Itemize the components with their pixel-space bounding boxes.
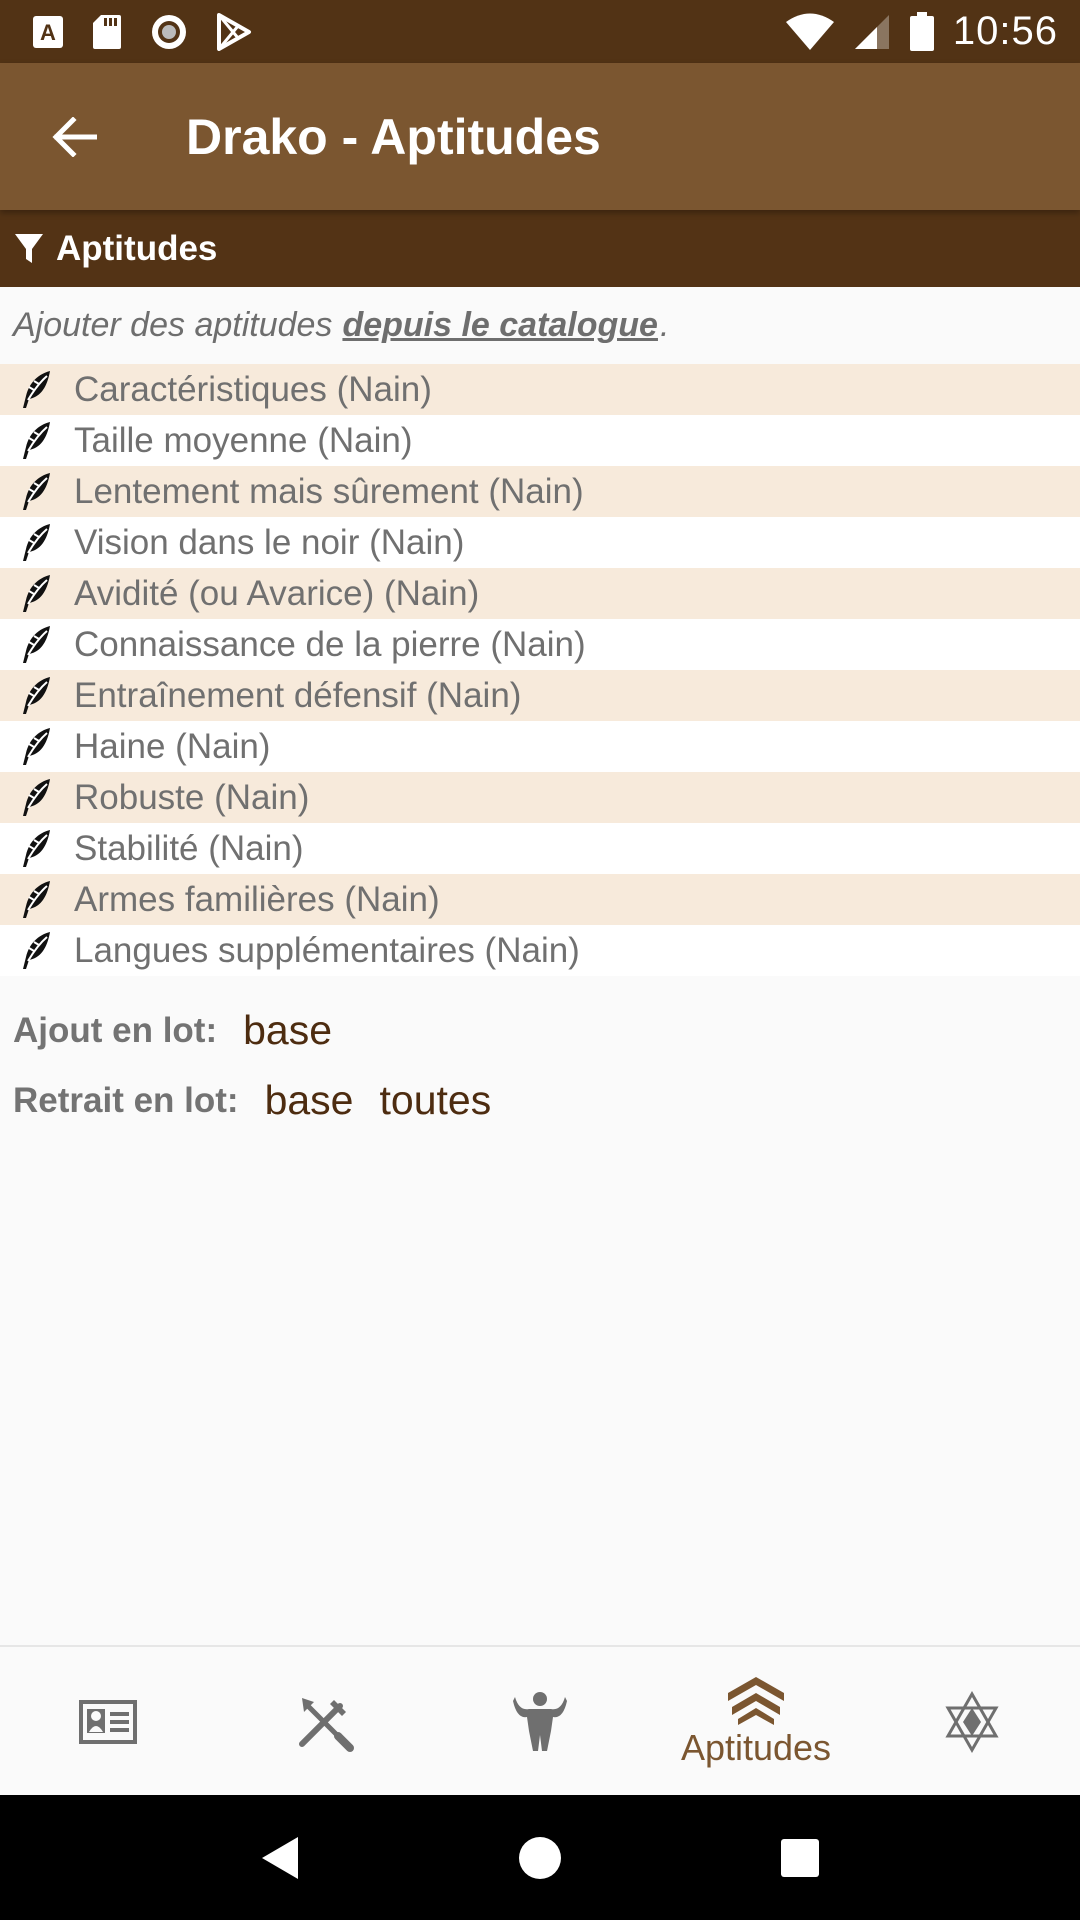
list-item[interactable]: Haine (Nain) — [0, 721, 1080, 772]
cell-signal-icon — [853, 13, 891, 51]
star-of-david-icon — [945, 1691, 999, 1753]
section-title: Aptitudes — [56, 228, 218, 268]
quill-icon — [20, 421, 52, 461]
quill-icon — [20, 676, 52, 716]
list-item-label: Haine (Nain) — [74, 726, 271, 766]
bottom-navigation: Aptitudes — [0, 1645, 1080, 1797]
quill-icon — [20, 727, 52, 767]
record-icon — [150, 13, 188, 51]
circle-home-icon — [519, 1836, 561, 1879]
catalogue-prefix: Ajouter des aptitudes — [13, 305, 333, 344]
list-item-label: Connaissance de la pierre (Nain) — [74, 624, 586, 664]
list-item[interactable]: Caractéristiques (Nain) — [0, 364, 1080, 415]
square-recents-icon — [781, 1838, 819, 1877]
batch-remove-row: Retrait en lot: base toutes — [13, 1077, 491, 1124]
strongman-icon — [513, 1692, 567, 1751]
play-store-icon — [216, 12, 252, 51]
list-item-label: Vision dans le noir (Nain) — [74, 522, 465, 562]
list-item[interactable]: Avidité (ou Avarice) (Nain) — [0, 568, 1080, 619]
batch-add-label: Ajout en lot: — [13, 1010, 218, 1050]
abilities-list: Caractéristiques (Nain) Taille moyenne (… — [0, 364, 1080, 976]
nav-item-identity[interactable] — [0, 1647, 216, 1797]
nav-item-characteristics[interactable] — [432, 1647, 648, 1797]
crossed-tools-icon — [299, 1698, 354, 1752]
catalogue-line: Ajouter des aptitudes depuis le catalogu… — [0, 287, 1080, 363]
system-recents-button[interactable] — [760, 1818, 840, 1898]
list-item[interactable]: Lentement mais sûrement (Nain) — [0, 466, 1080, 517]
font-a-icon: A — [32, 15, 64, 49]
triangle-back-icon — [262, 1836, 298, 1879]
section-header-aptitudes[interactable]: Aptitudes — [0, 210, 1080, 287]
quill-icon — [20, 523, 52, 563]
quill-icon — [20, 778, 52, 818]
chevrons-up-icon — [728, 1677, 784, 1725]
batch-remove-base-link[interactable]: base — [265, 1077, 354, 1124]
id-card-icon — [79, 1700, 137, 1744]
page-title: Drako - Aptitudes — [186, 108, 601, 165]
list-item-label: Stabilité (Nain) — [74, 828, 304, 868]
status-left-icons: A — [32, 12, 252, 51]
list-item-label: Lentement mais sûrement (Nain) — [74, 471, 584, 511]
catalogue-link[interactable]: depuis le catalogue — [342, 306, 658, 345]
app-bar: Drako - Aptitudes — [0, 63, 1080, 210]
list-item-label: Langues supplémentaires (Nain) — [74, 930, 580, 970]
list-item-label: Entraînement défensif (Nain) — [74, 675, 522, 715]
catalogue-suffix: . — [659, 305, 670, 344]
list-item[interactable]: Langues supplémentaires (Nain) — [0, 925, 1080, 976]
status-right-icons: 10:56 — [785, 9, 1058, 54]
list-item[interactable]: Stabilité (Nain) — [0, 823, 1080, 874]
list-item[interactable]: Taille moyenne (Nain) — [0, 415, 1080, 466]
status-time: 10:56 — [952, 9, 1058, 53]
sd-card-icon — [92, 14, 122, 50]
list-item-label: Armes familières (Nain) — [74, 879, 440, 919]
list-item-label: Caractéristiques (Nain) — [74, 369, 432, 409]
batch-add-row: Ajout en lot: base — [13, 1007, 332, 1054]
svg-text:A: A — [40, 20, 56, 45]
batch-remove-all-link[interactable]: toutes — [380, 1077, 492, 1124]
battery-icon — [909, 11, 935, 52]
arrow-back-icon — [52, 116, 97, 157]
list-item-label: Taille moyenne (Nain) — [74, 420, 413, 460]
system-back-button[interactable] — [240, 1818, 320, 1898]
status-bar: A 10:56 — [0, 0, 1080, 63]
filter-icon — [15, 233, 43, 263]
quill-icon — [20, 370, 52, 410]
system-nav-bar — [0, 1795, 1080, 1920]
system-home-button[interactable] — [500, 1818, 580, 1898]
nav-label-aptitudes: Aptitudes — [680, 1727, 832, 1768]
batch-add-base-link[interactable]: base — [243, 1007, 332, 1054]
quill-icon — [20, 574, 52, 614]
list-item[interactable]: Entraînement défensif (Nain) — [0, 670, 1080, 721]
quill-icon — [20, 829, 52, 869]
quill-icon — [20, 625, 52, 665]
list-item-label: Robuste (Nain) — [74, 777, 310, 817]
quill-icon — [20, 880, 52, 920]
batch-remove-label: Retrait en lot: — [13, 1080, 239, 1120]
nav-item-magic[interactable] — [864, 1647, 1080, 1797]
list-item[interactable]: Connaissance de la pierre (Nain) — [0, 619, 1080, 670]
nav-item-aptitudes[interactable]: Aptitudes — [648, 1647, 864, 1797]
wifi-icon — [785, 13, 835, 51]
list-item[interactable]: Robuste (Nain) — [0, 772, 1080, 823]
quill-icon — [20, 931, 52, 971]
nav-item-equipment[interactable] — [216, 1647, 432, 1797]
list-item-label: Avidité (ou Avarice) (Nain) — [74, 573, 480, 613]
list-item[interactable]: Vision dans le noir (Nain) — [0, 517, 1080, 568]
back-button[interactable] — [34, 97, 114, 177]
quill-icon — [20, 472, 52, 512]
list-item[interactable]: Armes familières (Nain) — [0, 874, 1080, 925]
